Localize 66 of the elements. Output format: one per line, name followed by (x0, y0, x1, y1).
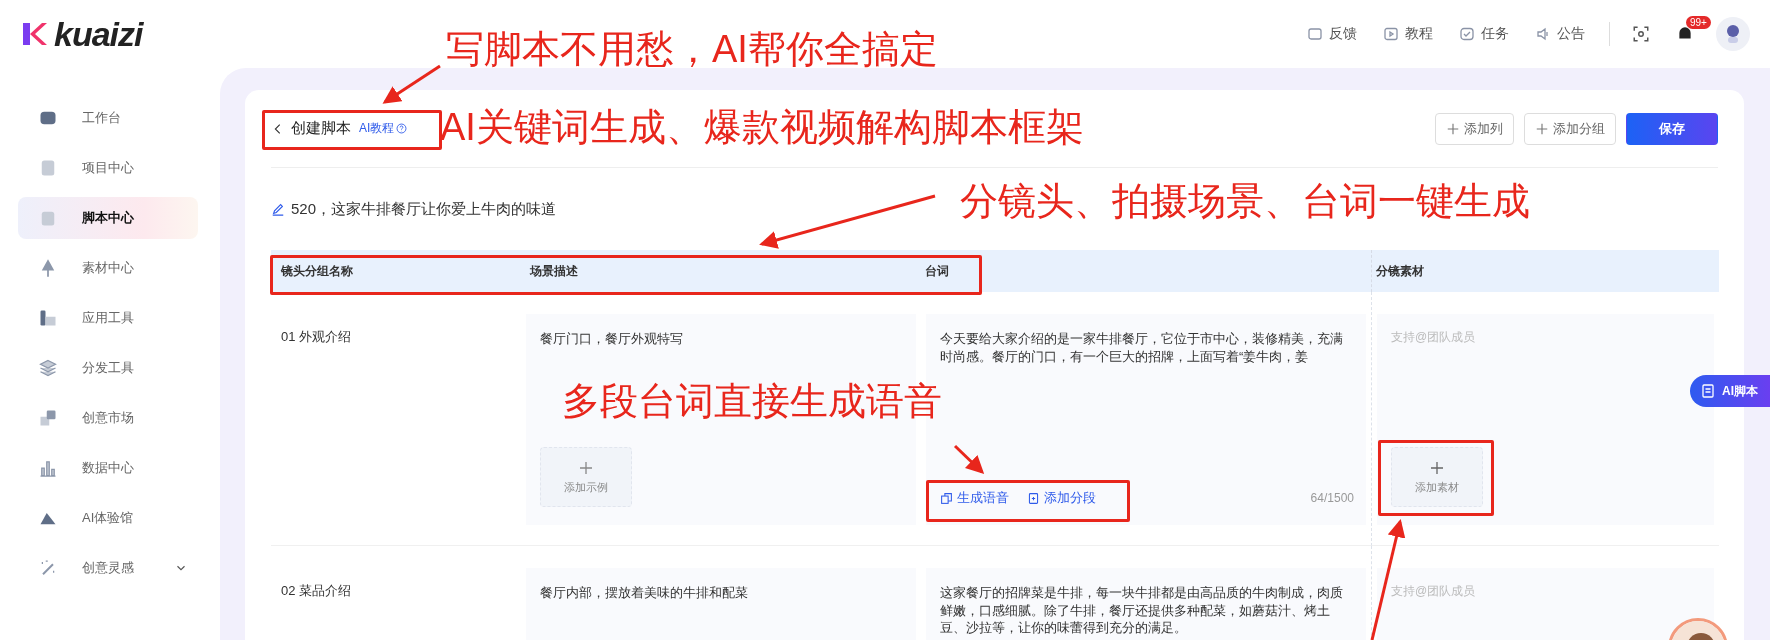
plus-icon (1446, 121, 1460, 136)
add-example-button[interactable]: 添加示例 (540, 447, 632, 507)
annotation-text: AI关键词生成、爆款视频解构脚本框架 (440, 108, 1084, 146)
plus-icon (1429, 459, 1445, 476)
scan-icon (1632, 25, 1650, 43)
column-header: 镜头分组名称 (271, 250, 526, 292)
sidebar-item[interactable]: 工作台 (18, 97, 198, 139)
nav-link[interactable]: 公告 (1535, 25, 1585, 43)
avatar[interactable] (1716, 17, 1750, 51)
notification-badge: 99+ (1686, 16, 1711, 29)
sidebar-item[interactable]: 脚本中心 (18, 197, 198, 239)
annotation-text: 多段台词直接生成语音 (562, 382, 942, 420)
add-material-button[interactable]: 添加素材 (1391, 447, 1483, 507)
help-icon (396, 123, 408, 134)
annotation-arrow (382, 64, 441, 104)
mention-field[interactable]: 支持@团队成员 (1391, 330, 1541, 344)
add-button[interactable]: 添加列 (1435, 112, 1514, 145)
plus-icon (578, 459, 594, 476)
blocks-icon (38, 408, 58, 428)
table-cell-text: 餐厅内部，摆放着美味的牛排和配菜 (540, 584, 749, 602)
character-count: 64/1500 (1310, 491, 1354, 505)
table-cell-text: 02 菜品介绍 (281, 582, 352, 600)
feedback-icon (1307, 26, 1323, 42)
sidebar-item[interactable]: 分发工具 (18, 347, 198, 389)
add-segment-link[interactable]: 添加分段 (1027, 489, 1096, 507)
annotation-arrow (953, 444, 985, 475)
tools-icon (38, 308, 58, 328)
nav-link[interactable]: 任务 (1459, 25, 1509, 43)
sidebar-item[interactable]: AI体验馆 (18, 497, 198, 539)
column-header: 分镜素材 (1371, 250, 1719, 292)
copy-icon (940, 491, 953, 505)
nav-link[interactable]: 教程 (1383, 25, 1433, 43)
task-icon (1459, 26, 1475, 42)
bar-chart-icon (38, 458, 58, 478)
plus-icon (1535, 121, 1549, 136)
page-title: 创建脚本 (291, 119, 351, 138)
tutorial-link[interactable]: AI教程 (359, 120, 408, 137)
table-cell-text: 01 外观介绍 (281, 328, 352, 346)
nav-link[interactable]: 反馈 (1307, 25, 1357, 43)
sidebar-item[interactable]: 应用工具 (18, 297, 198, 339)
logo-icon (20, 20, 48, 48)
column-header: 场景描述 (526, 250, 921, 292)
annotation-text: 分镜头、拍摄场景、台词一键生成 (960, 182, 1530, 220)
script-title: 520，这家牛排餐厅让你爱上牛肉的味道 (291, 199, 557, 219)
add-button[interactable]: 添加分组 (1524, 112, 1616, 145)
table-cell-text: 今天要给大家介绍的是一家牛排餐厅，它位于市中心，装修精美，充满时尚感。餐厅的门口，有一个巨大的招牌，上面写着“姜牛肉，姜 (940, 330, 1344, 366)
document-icon (1700, 383, 1716, 399)
sidebar-item[interactable]: 数据中心 (18, 447, 198, 489)
edit-icon (271, 202, 285, 216)
document-icon (1027, 491, 1040, 505)
layers-icon (38, 358, 58, 378)
table-cell-text: 餐厅门口，餐厅外观特写 (540, 330, 684, 348)
video-icon (1383, 26, 1399, 42)
brand-name: kuaizi (54, 14, 143, 54)
table-cell-text: 这家餐厅的招牌菜是牛排，每一块牛排都是由高品质的牛肉制成，肉质鲜嫩，口感细腻。除了牛排，餐厅还提供多种配菜，如蘑菇汁、烤土豆、沙拉等，让你的味蕾得到充分的满足。 (940, 584, 1344, 637)
sidebar-item[interactable]: 创意市场 (18, 397, 198, 439)
sidebar-item[interactable]: 创意灵感 (18, 547, 198, 589)
ai-script-tab[interactable]: AI脚本 (1690, 375, 1770, 407)
column-header: 台词 (921, 250, 1371, 292)
annotation-text: 写脚本不用愁，AI帮你全搞定 (446, 30, 938, 68)
speaker-icon (1535, 26, 1551, 42)
generate-voice-link[interactable]: 生成语音 (940, 489, 1009, 507)
sidebar-item[interactable]: 项目中心 (18, 147, 198, 189)
sidebar-item[interactable]: 素材中心 (18, 247, 198, 289)
save-button[interactable]: 保存 (1626, 112, 1718, 145)
mention-field[interactable]: 支持@团队成员 (1391, 584, 1541, 598)
